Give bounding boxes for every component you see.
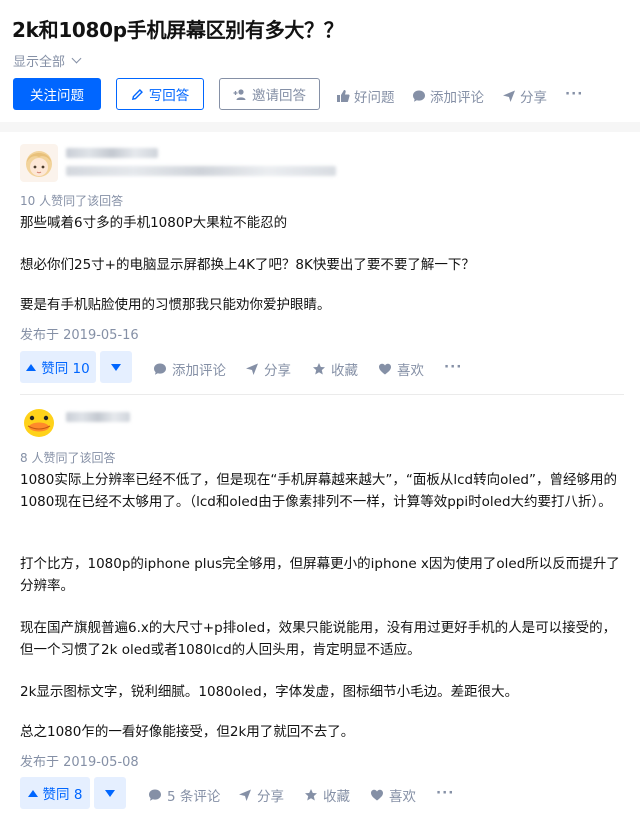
add-comment-button[interactable]: 添加评论 [153,359,226,379]
answer-paragraph: 想必你们25寸+的电脑显示屏都换上4K了吧？8K快要出了要不要了解一下？ [20,257,475,273]
author-headline [66,166,336,176]
like-label: 喜欢 [397,363,424,379]
collect-button[interactable]: 收藏 [312,359,358,379]
more-options-button[interactable]: ··· [565,86,583,102]
comment-icon [413,90,425,102]
arrow-down-icon [105,789,115,797]
question-title: 2k和1080p手机屏幕区别有多大？？ [12,18,344,42]
answer-paragraph: 现在国产旗舰普遍6.x的大尺寸+p排oled，效果只能说能用，没有用过更好手机的… [20,620,617,658]
more-label: ··· [565,86,584,102]
avatar[interactable] [20,402,58,440]
arrow-up-icon [27,789,38,797]
more-label: ··· [444,359,463,375]
avatar[interactable] [20,144,58,182]
agree-count: 10 人赞同了该回答 [20,194,124,208]
author-name[interactable] [66,148,158,158]
comment-icon [154,363,166,375]
agree-count: 8 人赞同了该回答 [20,451,116,465]
write-answer-label: 写回答 [148,88,190,104]
invite-answer-button[interactable]: 邀请回答 [219,78,320,110]
more-label: ··· [436,785,455,801]
answer-list: 10 人赞同了该回答 那些喊着6寸多的手机1080P大果粒不能忍的 想必你们25… [0,132,640,829]
vote-up-button[interactable]: 赞同 8 [20,777,90,809]
publish-date[interactable]: 发布于 2019-05-16 [20,324,139,343]
author-name[interactable] [66,412,130,422]
heart-icon [371,789,383,801]
share-label: 分享 [264,363,291,379]
answer-paragraph: 1080实际上分辨率已经不低了，但是现在“手机屏幕越来越大”，“面板从lcd转向… [20,472,617,510]
share-icon [239,789,251,801]
share-icon [503,90,515,102]
more-options-button[interactable]: ··· [436,785,454,801]
section-gap [0,122,640,132]
vote-down-button[interactable] [94,777,126,809]
comment-icon [149,789,161,801]
answer-paragraph: 2k显示图标文字，锐利细腻。1080oled，字体发虚，图标细节小毛边。差距很大… [20,684,519,700]
like-button[interactable]: 喜欢 [378,359,424,379]
vote-up-button[interactable]: 赞同 10 [20,351,96,383]
add-user-icon [233,88,246,100]
answer-divider [20,394,624,395]
like-button[interactable]: 喜欢 [370,785,416,805]
vote-up-label: 赞同 8 [42,787,83,803]
heart-icon [379,363,391,375]
comment-label: 添加评论 [172,363,226,379]
share-button[interactable]: 分享 [245,359,291,379]
share-icon [246,363,258,375]
good-question-label: 好问题 [354,90,395,106]
add-comment-label: 添加评论 [430,90,484,106]
share-label: 分享 [257,789,284,805]
star-icon [313,363,325,375]
good-question-button[interactable]: 好问题 [336,86,395,106]
share-label: 分享 [520,90,547,106]
follow-question-button[interactable]: 关注问题 [13,78,101,110]
invite-answer-label: 邀请回答 [252,88,306,104]
thumbs-up-icon [337,90,350,102]
more-options-button[interactable]: ··· [444,359,462,375]
answer-paragraph: 那些喊着6寸多的手机1080P大果粒不能忍的 [20,215,288,231]
arrow-up-icon [26,363,37,371]
like-label: 喜欢 [389,789,416,805]
star-icon [305,789,317,801]
answer-paragraph: 要是有手机贴脸使用的习惯那我只能劝你爱护眼睛。 [20,297,331,313]
comment-label: 5 条评论 [167,789,221,805]
vote-up-label: 赞同 10 [41,361,90,377]
comments-button[interactable]: 5 条评论 [148,785,220,805]
collect-button[interactable]: 收藏 [304,785,350,805]
vote-down-button[interactable] [100,351,132,383]
share-button[interactable]: 分享 [502,86,547,106]
share-button[interactable]: 分享 [238,785,284,805]
question-header: 2k和1080p手机屏幕区别有多大？？ 显示全部 关注问题 写回答 邀请回答 好… [0,0,640,122]
author-avatar-image [20,144,58,182]
show-all-link[interactable]: 显示全部 [13,51,82,70]
arrow-down-icon [111,363,121,371]
author-avatar-image [20,402,58,440]
collect-label: 收藏 [323,789,350,805]
chevron-down-icon [71,53,82,64]
collect-label: 收藏 [331,363,358,379]
answer-paragraph: 总之1080乍的一看好像能接受，但2k用了就回不去了。 [20,724,355,740]
add-comment-button[interactable]: 添加评论 [412,86,484,106]
show-all-label: 显示全部 [13,55,66,70]
write-answer-button[interactable]: 写回答 [116,78,204,110]
publish-date[interactable]: 发布于 2019-05-08 [20,751,139,770]
answer-paragraph: 打个比方，1080p的iphone plus完全够用，但屏幕更小的iphone … [20,556,620,594]
follow-question-label: 关注问题 [30,88,84,104]
pencil-icon [131,88,143,100]
